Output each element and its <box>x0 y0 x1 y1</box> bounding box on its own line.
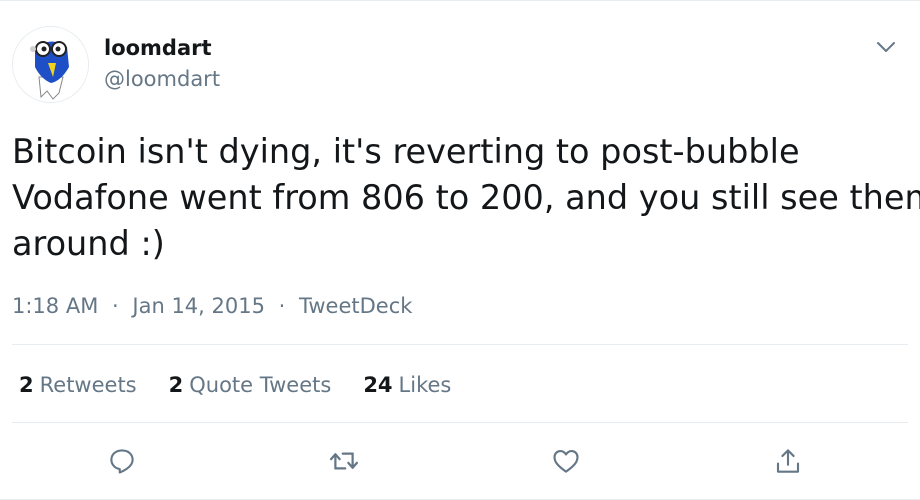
divider <box>12 344 908 345</box>
tweet-card: loomdart @loomdart Bitcoin isn't dying, … <box>0 0 920 500</box>
tweet-stats: 2 Retweets 2 Quote Tweets 24 Likes <box>19 370 483 400</box>
quote-tweets-stat[interactable]: 2 Quote Tweets <box>169 370 332 400</box>
tweet-text-line: Bitcoin isn't dying, it's reverting to p… <box>12 132 800 171</box>
heart-icon[interactable] <box>546 441 586 481</box>
retweets-label: Retweets <box>39 373 137 397</box>
tweet-source[interactable]: TweetDeck <box>299 294 412 318</box>
divider <box>12 422 908 423</box>
chevron-down-icon[interactable] <box>874 35 898 59</box>
tweet-text-line: Vodafone went from 806 to 200, and you s… <box>12 178 920 217</box>
tweet-meta: 1:18 AM · Jan 14, 2015 · TweetDeck <box>12 291 412 321</box>
retweets-stat[interactable]: 2 Retweets <box>19 370 137 400</box>
meta-separator: · <box>112 294 119 318</box>
tweet-actions <box>0 441 920 483</box>
tweet-text: Bitcoin isn't dying, it's reverting to p… <box>12 129 920 267</box>
avatar[interactable] <box>12 26 89 103</box>
author-handle[interactable]: @loomdart <box>104 65 220 93</box>
quote-tweets-label: Quote Tweets <box>189 373 332 397</box>
tweet-text-line: around :) <box>12 224 165 263</box>
avatar-image <box>13 27 88 102</box>
retweet-icon[interactable] <box>324 441 364 481</box>
retweets-count: 2 <box>19 373 34 397</box>
likes-stat[interactable]: 24 Likes <box>363 370 451 400</box>
tweet-time[interactable]: 1:18 AM <box>12 294 98 318</box>
reply-icon[interactable] <box>102 441 142 481</box>
share-icon[interactable] <box>768 441 808 481</box>
likes-label: Likes <box>398 373 452 397</box>
quote-tweets-count: 2 <box>168 373 184 397</box>
author-name[interactable]: loomdart <box>104 34 212 62</box>
likes-count: 24 <box>363 373 393 397</box>
tweet-date[interactable]: Jan 14, 2015 <box>132 294 265 318</box>
meta-separator: · <box>278 294 286 318</box>
